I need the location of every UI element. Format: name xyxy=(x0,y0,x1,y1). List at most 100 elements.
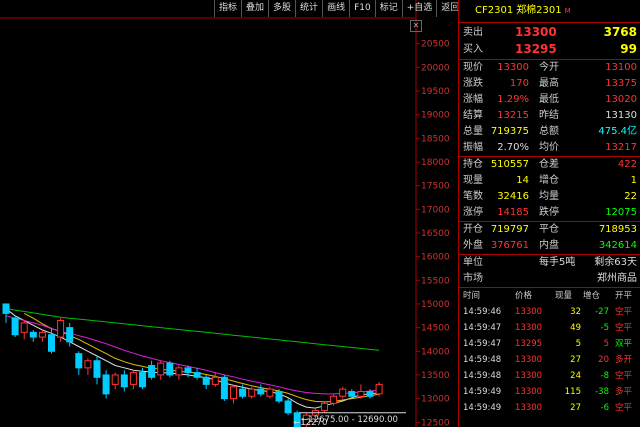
tick-cell-6-1: 13300 xyxy=(515,403,543,413)
toolbar-button-4[interactable]: 画线 xyxy=(322,0,349,17)
sell-volume: 3768 xyxy=(603,25,637,39)
openclose-cell-1-3: 342614 xyxy=(598,240,637,251)
openclose-cell-0-0: 开仓 xyxy=(463,224,483,235)
y-tick-label: 15000 xyxy=(421,300,450,310)
contract-code: CF2301 xyxy=(475,5,514,16)
position-row: 涨停 14185 跌停 12075 xyxy=(459,205,640,221)
candle-body xyxy=(321,402,328,411)
quote-cell-1-1: 170 xyxy=(509,78,529,89)
unit-value: 每手5吨 xyxy=(539,257,576,268)
tick-header-0: 时间 xyxy=(463,291,481,301)
position-cell-3-0: 涨停 xyxy=(463,207,483,218)
quote-panel: CF2301 郑棉2301 M 卖出 13300 3768 买入 13295 99 … xyxy=(458,0,640,427)
buy-row: 买入 13295 99 xyxy=(463,42,637,56)
y-tick-label: 13000 xyxy=(421,395,450,405)
toolbar-button-1[interactable]: 叠加 xyxy=(241,0,268,17)
kline-chart[interactable]: 20500 20000 19500 19000 18500 18000 17500 17000… xyxy=(0,0,458,427)
y-tick-label: 16000 xyxy=(421,253,450,263)
candle-body xyxy=(93,360,101,378)
tick-cell-2-4: 双平 xyxy=(615,339,633,349)
quote-cell-5-2: 均价 xyxy=(539,142,559,153)
quote-cell-4-2: 总额 xyxy=(539,126,559,137)
candle-body xyxy=(166,362,174,376)
toolbar-button-6[interactable]: 标记 xyxy=(374,0,402,17)
candle-body xyxy=(38,331,46,338)
openclose-cell-0-2: 平仓 xyxy=(539,224,559,235)
main-contract-mark: M xyxy=(564,7,571,15)
tick-row: 14:59:46 13300 32 -27 空平 xyxy=(459,304,640,320)
tick-cell-6-3: -6 xyxy=(600,403,609,413)
quote-row: 总量 719375 总额 475.4亿 xyxy=(459,124,640,140)
quote-cell-4-0: 总量 xyxy=(463,126,483,137)
quote-cell-5-1: 2.70% xyxy=(497,142,529,153)
position-cell-0-0: 持仓 xyxy=(463,159,483,170)
candle-body xyxy=(111,374,119,385)
tick-cell-0-0: 14:59:46 xyxy=(463,307,502,317)
candle-body xyxy=(193,372,201,378)
y-tick-label: 18500 xyxy=(421,134,450,144)
y-tick-label: 14500 xyxy=(421,324,450,334)
tick-cell-4-1: 13300 xyxy=(515,371,543,381)
tick-row: 14:59:48 13300 27 20 多开 xyxy=(459,352,640,368)
tick-row: 14:59:47 13295 5 5 双平 xyxy=(459,336,640,352)
tick-cell-1-3: -5 xyxy=(600,323,609,333)
candle-body xyxy=(102,374,110,395)
position-cell-2-2: 均量 xyxy=(539,191,559,202)
tick-cell-4-2: 24 xyxy=(570,371,581,381)
tick-cell-5-0: 14:59:49 xyxy=(463,387,502,397)
tick-cell-1-4: 空平 xyxy=(615,323,633,333)
tick-cell-6-0: 14:59:49 xyxy=(463,403,502,413)
quote-row: 振幅 2.70% 均价 13217 xyxy=(459,140,640,156)
y-tick-label: 15500 xyxy=(421,276,450,286)
quote-row: 结算 13215 昨结 13130 xyxy=(459,108,640,124)
candle-body xyxy=(284,400,292,414)
close-icon[interactable]: ✕ xyxy=(410,20,422,32)
position-cell-2-3: 22 xyxy=(624,191,637,202)
tick-list[interactable]: 时间 价格 现量 增仓 开平 14:59:46 13300 32 -27 空平 14:59:47 13… xyxy=(459,288,640,416)
position-cell-1-1: 14 xyxy=(516,175,529,186)
candle-body xyxy=(75,353,83,369)
toolbar-button-0[interactable]: 指标 xyxy=(214,0,241,17)
y-tick-label: 19500 xyxy=(421,87,450,97)
tick-cell-2-1: 13295 xyxy=(515,339,543,349)
toolbar-button-2[interactable]: 多股 xyxy=(268,0,295,17)
candle-body xyxy=(57,320,65,338)
openclose-row: 外盘 376761 内盘 342614 xyxy=(459,238,640,254)
tick-header: 时间 价格 现量 增仓 开平 xyxy=(459,288,640,304)
tick-row: 14:59:49 13300 115 -38 多平 xyxy=(459,384,640,400)
toolbar-button-3[interactable]: 统计 xyxy=(295,0,322,17)
position-cell-0-2: 仓差 xyxy=(539,159,559,170)
tick-cell-3-3: 20 xyxy=(598,355,609,365)
position-cell-2-1: 32416 xyxy=(497,191,529,202)
tick-cell-0-4: 空平 xyxy=(615,307,633,317)
tick-cell-3-1: 13300 xyxy=(515,355,543,365)
candle-body xyxy=(366,391,374,397)
quote-cell-0-3: 13100 xyxy=(605,62,637,73)
chart-toolbar: 指标 叠加 多股 统计 画线 F10 标记 +自选 返回 xyxy=(214,0,463,17)
tick-cell-1-2: 49 xyxy=(570,323,581,333)
candle-body xyxy=(139,372,146,388)
days-remaining: 剩余63天 xyxy=(594,257,637,268)
quote-cell-0-1: 13300 xyxy=(497,62,529,73)
y-tick-label: 13500 xyxy=(421,371,450,381)
y-tick-label: 14000 xyxy=(421,347,450,357)
tick-header-2: 现量 xyxy=(555,291,573,301)
quote-cell-2-2: 最低 xyxy=(539,94,559,105)
toolbar-button-5[interactable]: F10 xyxy=(349,0,375,17)
candle-body xyxy=(175,367,183,376)
toolbar-button-7[interactable]: +自选 xyxy=(401,0,437,17)
quote-cell-3-0: 结算 xyxy=(463,110,483,121)
candle-body xyxy=(220,376,228,400)
quote-cell-0-0: 现价 xyxy=(463,62,483,73)
tick-cell-0-2: 32 xyxy=(570,307,581,317)
low-price-label: ←12270 xyxy=(293,418,327,427)
quote-row: 涨跌 170 最高 13375 xyxy=(459,76,640,92)
sell-price: 13300 xyxy=(515,25,557,39)
quote-cell-1-3: 13375 xyxy=(605,78,637,89)
tick-cell-1-1: 13300 xyxy=(515,323,543,333)
market-value: 郑州商品 xyxy=(597,273,637,284)
tick-cell-4-3: -8 xyxy=(600,371,609,381)
tick-cell-0-1: 13300 xyxy=(515,307,543,317)
position-row: 笔数 32416 均量 22 xyxy=(459,189,640,205)
quote-row: 现价 13300 今开 13100 xyxy=(459,60,640,76)
